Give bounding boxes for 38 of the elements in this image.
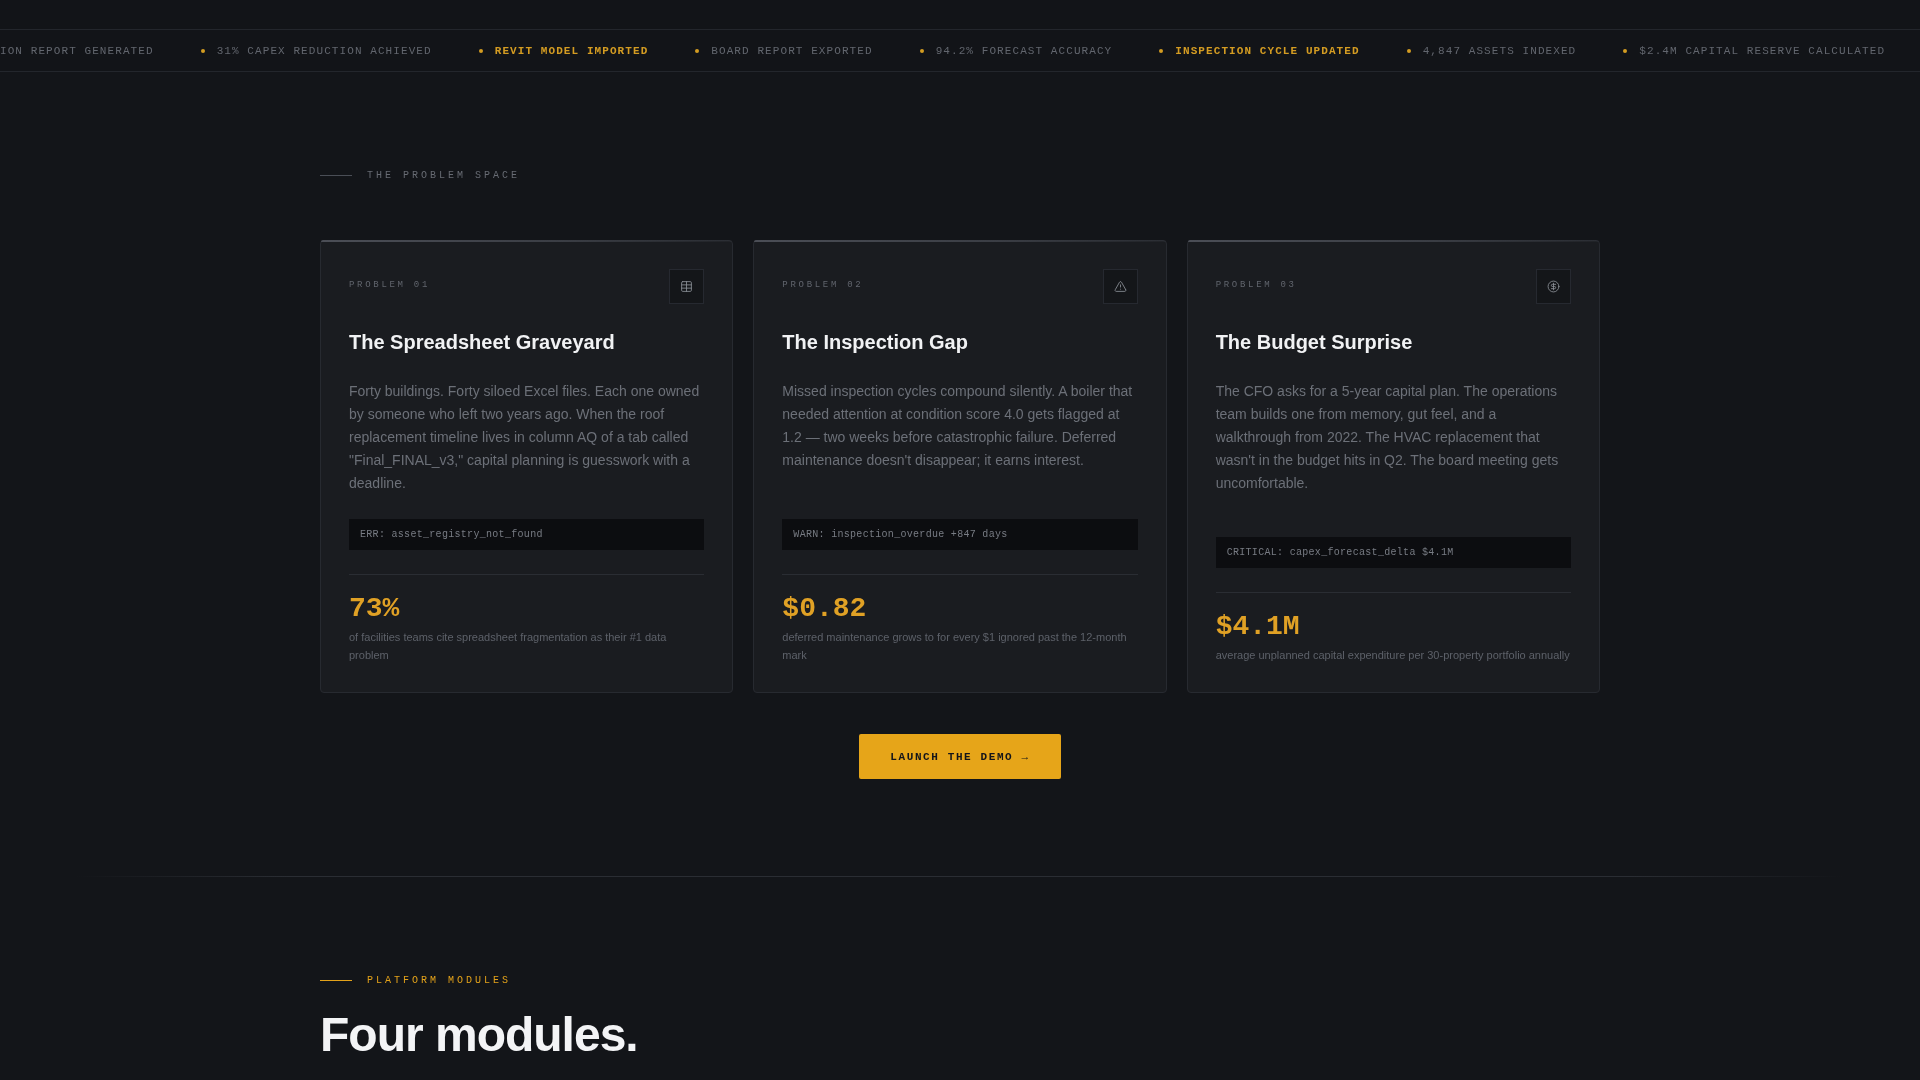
ticker-dot-icon [478,48,483,53]
ticker-dot-icon [1159,48,1164,53]
card-title: The Budget Surprise [1215,330,1414,355]
stat-value: 73% [349,592,400,626]
ticker-text: 31% CAPEX REDUCTION ACHIEVED [216,44,432,57]
card-description: Missed inspection cycles compound silently. A boiler that needed attention at condition score 4.0 gets flagged at 1.2 — two weeks before catastrophic failure. Deferred maintenance doesn't disappear; it earns interest. [782,382,1134,470]
ticker-dot-icon [695,48,700,53]
ticker-dot-icon [1623,48,1628,53]
launch-demo-button[interactable]: LAUNCH THE DEMO → [859,734,1061,779]
ticker-text: $2.4M CAPITAL RESERVE CALCULATED [1639,44,1886,57]
error-code-block: WARN: inspection_overdue +847 days [782,519,1138,550]
error-code-block: CRITICAL: capex_forecast_delta $4.1M [1215,537,1571,568]
table-icon [669,269,705,304]
section-eyebrow: PLATFORM MODULES [367,974,511,986]
section-heading: Four modules. [320,1008,639,1061]
ticker-dot-icon [200,48,205,53]
card-label: PROBLEM 02 [782,279,864,290]
stat-caption: average unplanned capital expenditure per 30-property portfolio annually [1215,648,1571,663]
ticker-text: 94.2% FORECAST ACCURACY [935,44,1113,57]
card-label: PROBLEM 03 [1215,279,1297,290]
ticker-text: ION REPORT GENERATED [0,44,154,57]
stat-caption: of facilities teams cite spreadsheet fragmentation as their #1 data problem [349,630,668,663]
card-title: The Inspection Gap [782,330,969,355]
error-code-block: ERR: asset_registry_not_found [349,519,705,550]
stat-value: $0.82 [782,592,867,626]
ticker-dot-icon [1406,48,1411,53]
card-description: The CFO asks for a 5-year capital plan. The operations team builds one from memory, gut feel, and a walkthrough from 2022. The HVAC replacement that wasn't in the budget hits in Q2. The board meeting gets uncomfortable. [1215,382,1560,493]
card-label: PROBLEM 01 [349,279,430,290]
ticker-text: 4,847 ASSETS INDEXED [1422,44,1577,57]
ticker-text: BOARD REPORT EXPORTED [711,44,873,57]
section-eyebrow: THE PROBLEM SPACE [367,169,521,181]
ticker-dot-icon [919,48,924,53]
ticker-text: REVIT MODEL IMPORTED [494,44,649,57]
card-title: The Spreadsheet Graveyard [349,330,616,355]
ticker-text: INSPECTION CYCLE UPDATED [1175,44,1360,57]
stat-value: $4.1M [1215,610,1300,644]
card-description: Forty buildings. Forty siloed Excel files. Each one owned by someone who left two years ago. When the roof replacement timeline lives in column AQ of a tab called "Final_FINAL_v3," capital planning is guesswork with a deadline. [349,382,701,493]
stat-caption: deferred maintenance grows to for every $1 ignored past the 12-month mark [782,630,1128,663]
